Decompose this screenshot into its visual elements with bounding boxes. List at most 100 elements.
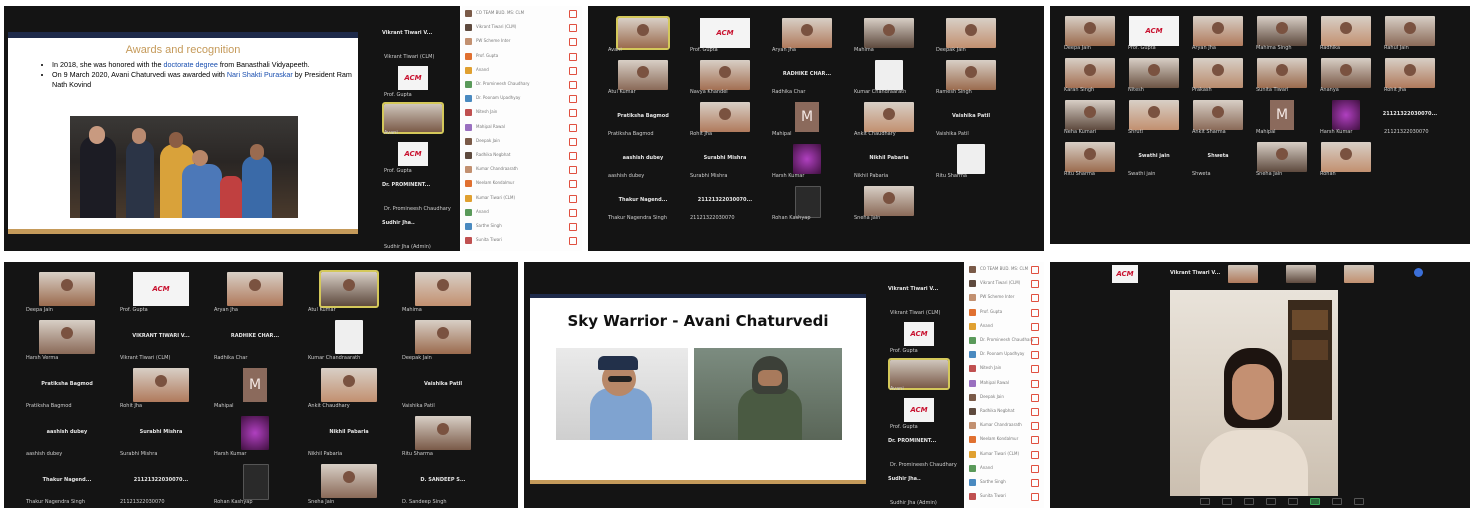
participant-tile[interactable]: Sunita Tiwari: [1250, 54, 1314, 96]
mic-muted-icon[interactable]: [1031, 294, 1039, 303]
participant-row[interactable]: Kumar Chandraarath: [462, 164, 582, 175]
participant-tile[interactable]: Kumar Chandraarath: [848, 56, 930, 98]
participant-tile[interactable]: 21121322030070... 21121322030070: [114, 460, 208, 508]
participants-panel-2[interactable]: CO TEAM BUD. MS: CLM Vikrant Tiwari (CLM)…: [966, 262, 1044, 508]
participant-tile[interactable]: ACM Prof. Gupta: [1122, 12, 1186, 54]
mic-muted-icon[interactable]: [569, 152, 577, 160]
participant-row[interactable]: Prof. Gupta: [462, 51, 582, 62]
participant-tile[interactable]: Vaishika Patil Vaishika Patil: [930, 98, 1012, 140]
speaker-tile[interactable]: ACM Prof. Gupta: [382, 64, 448, 100]
participant-row[interactable]: Dr. Promineesh Chaudhary: [462, 79, 582, 90]
participant-row[interactable]: Neelam Kondalmur: [462, 178, 582, 189]
participant-row[interactable]: CO TEAM BUD. MS: CLM: [462, 8, 582, 19]
participant-row[interactable]: Anand: [462, 207, 582, 218]
security-icon[interactable]: [1244, 498, 1254, 505]
speaker-tile[interactable]: Avani: [382, 102, 448, 138]
participant-row[interactable]: Anand: [462, 65, 582, 76]
participant-tile[interactable]: ACM Prof. Gupta: [684, 14, 766, 56]
strip-tile[interactable]: [1284, 264, 1338, 286]
mic-muted-icon[interactable]: [569, 95, 577, 104]
speaker-tile[interactable]: Vikrant Tiwari V... Vikrant Tiwari (CLM): [888, 282, 954, 318]
mic-muted-icon[interactable]: [569, 81, 577, 89]
participant-tile[interactable]: Ankit Sharma: [1186, 96, 1250, 138]
participant-row[interactable]: Dr. Promineesh Chaudhary: [966, 335, 1044, 346]
participant-tile[interactable]: Radhika: [1314, 12, 1378, 54]
participant-tile[interactable]: Deepak Jain: [930, 14, 1012, 56]
participant-tile[interactable]: Pratiksha Bagmod Pratiksha Bagmod: [602, 98, 684, 140]
participant-tile[interactable]: Mahima: [396, 268, 490, 316]
participant-tile[interactable]: Sneha Jain: [848, 182, 930, 224]
participant-tile[interactable]: M Mahipal: [1250, 96, 1314, 138]
participant-tile[interactable]: Ritu Sharma: [1058, 138, 1122, 180]
participant-tile[interactable]: D. SANDEEP S... D. Sandeep Singh: [396, 460, 490, 508]
share-screen-icon[interactable]: [1310, 498, 1320, 505]
participant-row[interactable]: Vikrant Tiwari (CLM): [462, 22, 582, 33]
mic-muted-icon[interactable]: [569, 38, 577, 47]
participant-tile[interactable]: Aryan Jha: [766, 14, 848, 56]
participant-tile[interactable]: Swathi jain Swathi jain: [1122, 138, 1186, 180]
participant-tile[interactable]: Ankit Chaudhary: [302, 364, 396, 412]
speaker-tile[interactable]: Dr. PROMINENT... Dr. Promineesh Chaudhary: [888, 434, 957, 470]
participant-row[interactable]: Sarthe Singh: [462, 221, 582, 232]
participant-row[interactable]: Neelam Kondalmur: [966, 434, 1044, 445]
participant-row[interactable]: Prof. Gupta: [966, 307, 1044, 318]
participant-row[interactable]: Kumar Tiwari (CLM): [462, 193, 582, 204]
mic-muted-icon[interactable]: [1031, 337, 1039, 345]
participant-tile[interactable]: Kumar Chandraarath: [302, 316, 396, 364]
participant-tile[interactable]: Aryan Jha: [1186, 12, 1250, 54]
participant-tile[interactable]: Prakash: [1186, 54, 1250, 96]
participant-tile[interactable]: Rohit Jha: [114, 364, 208, 412]
participant-tile[interactable]: Surabhi Mishra Surabhi Mishra: [114, 412, 208, 460]
speaker-tile[interactable]: Sudhir Jha.. Sudhir Jha (Admin): [382, 216, 448, 251]
participant-tile[interactable]: Nikhil Pabaria Nikhil Pabaria: [848, 140, 930, 182]
participant-tile[interactable]: Navya Khandel: [684, 56, 766, 98]
mic-muted-icon[interactable]: [1031, 322, 1039, 331]
chat-icon[interactable]: [1288, 498, 1298, 505]
participant-tile[interactable]: Harsh Kumar: [208, 412, 302, 460]
participant-tile[interactable]: Rohan Kashyap: [208, 460, 302, 508]
participant-row[interactable]: Vikrant Tiwari (CLM): [966, 278, 1044, 289]
participant-tile[interactable]: Shweta Shweta: [1186, 138, 1250, 180]
participant-tile[interactable]: Deepa Jain: [20, 268, 114, 316]
video-icon[interactable]: [1222, 498, 1232, 505]
mic-muted-icon[interactable]: [1031, 351, 1039, 360]
mic-muted-icon[interactable]: [1031, 436, 1039, 445]
participant-row[interactable]: Kumar Tiwari (CLM): [966, 449, 1044, 460]
participant-row[interactable]: Sarthe Singh: [966, 477, 1044, 488]
participant-tile[interactable]: Thakur Nagend... Thakur Nagendra Singh: [602, 182, 684, 224]
participant-tile[interactable]: Rohan Kashyap: [766, 182, 848, 224]
mic-muted-icon[interactable]: [569, 52, 577, 61]
participant-tile[interactable]: Pratiksha Bagmod Pratiksha Bagmod: [20, 364, 114, 412]
participant-row[interactable]: Anand: [966, 463, 1044, 474]
participant-tile[interactable]: Vaishika Patil Vaishika Patil: [396, 364, 490, 412]
participant-tile[interactable]: RADHIKE CHAR... Radhika Char: [208, 316, 302, 364]
reactions-icon[interactable]: [1354, 498, 1364, 505]
participant-tile[interactable]: Harsh Verma: [20, 316, 114, 364]
participant-row[interactable]: Kumar Chandraarath: [966, 420, 1044, 431]
participant-tile[interactable]: 21121322030070... 21121322030070: [1378, 96, 1442, 138]
participant-tile[interactable]: Mahima: [848, 14, 930, 56]
participants-icon[interactable]: [1266, 498, 1276, 505]
participant-row[interactable]: Radhika Negbhat: [462, 150, 582, 161]
participant-row[interactable]: Dr. Poonam Upadhyay: [966, 349, 1044, 360]
participant-row[interactable]: Anand: [966, 321, 1044, 332]
mic-muted-icon[interactable]: [1031, 493, 1039, 502]
participant-row[interactable]: Deepak Jain: [966, 392, 1044, 403]
participant-row[interactable]: Mahipal Rawal: [462, 122, 582, 133]
participant-tile[interactable]: Sneha Jain: [1250, 138, 1314, 180]
participant-tile[interactable]: Karan Singh: [1058, 54, 1122, 96]
mute-icon[interactable]: [1200, 498, 1210, 505]
participant-row[interactable]: Sunita Tiwari: [462, 235, 582, 246]
participant-tile[interactable]: 21121322030070... 21121322030070: [684, 182, 766, 224]
mic-muted-icon[interactable]: [1031, 365, 1039, 374]
mic-muted-icon[interactable]: [569, 123, 577, 132]
participant-tile[interactable]: Harsh Kumar: [1314, 96, 1378, 138]
participant-row[interactable]: CO TEAM BUD. MS: CLM: [966, 264, 1044, 275]
mic-muted-icon[interactable]: [569, 223, 577, 231]
mic-muted-icon[interactable]: [569, 137, 577, 146]
mic-muted-icon[interactable]: [1031, 308, 1039, 317]
participant-tile[interactable]: Harsh Kumar: [766, 140, 848, 182]
participants-panel-1[interactable]: CO TEAM BUD. MS: CLM Vikrant Tiwari (CLM)…: [462, 6, 582, 251]
participant-row[interactable]: Nitesh Jain: [462, 107, 582, 118]
participant-tile[interactable]: Atul Kumar: [302, 268, 396, 316]
